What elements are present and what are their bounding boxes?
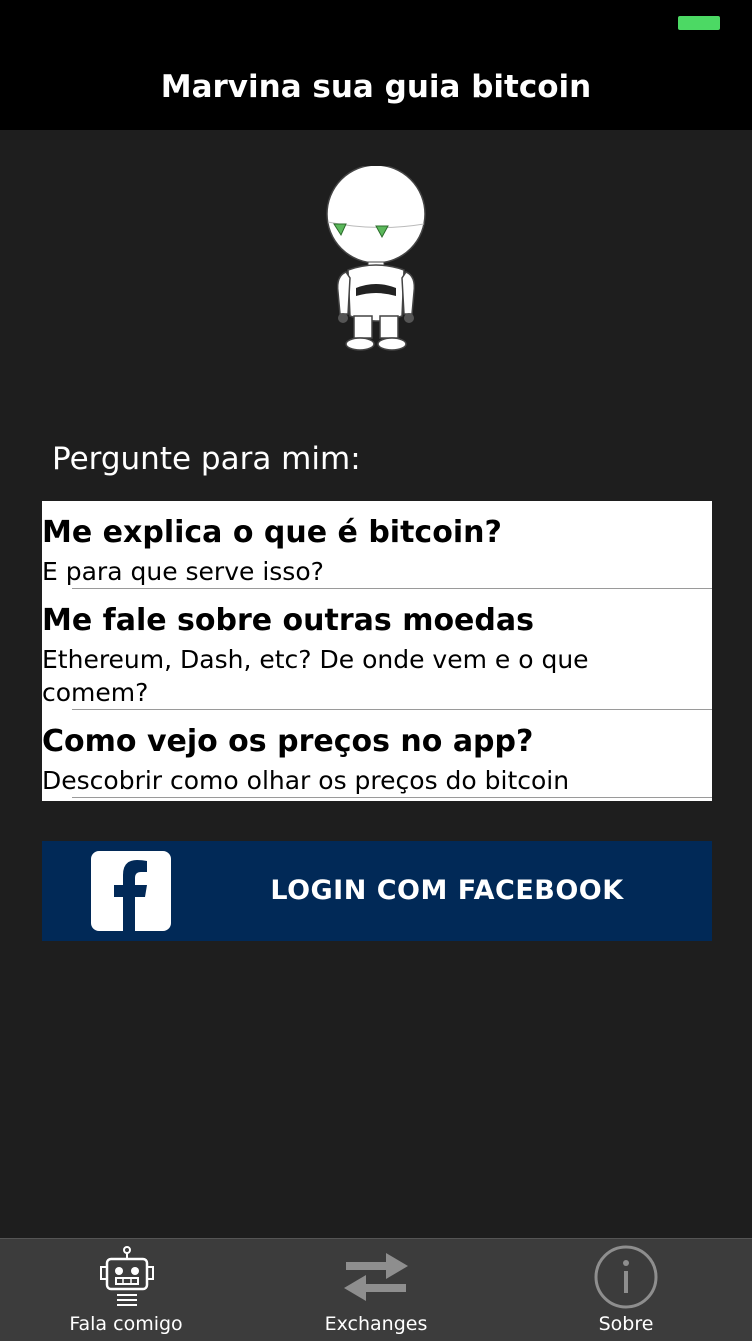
tab-sobre[interactable]: Sobre bbox=[550, 1239, 702, 1341]
question-item-bitcoin[interactable]: Me explica o que é bitcoin? E para que s… bbox=[42, 501, 712, 589]
question-subtitle: Ethereum, Dash, etc? De onde vem e o que… bbox=[42, 645, 589, 707]
tab-label: Exchanges bbox=[324, 1313, 428, 1335]
tab-bar: Fala comigo Exchanges Sobre bbox=[0, 1238, 752, 1341]
robot-mascot-image bbox=[326, 166, 426, 351]
page-title: Marvina sua guia bitcoin bbox=[160, 69, 592, 105]
question-subtitle: Descobrir como olhar os preços do bitcoi… bbox=[42, 766, 570, 795]
tab-label: Fala comigo bbox=[69, 1313, 183, 1335]
questions-list: Me explica o que é bitcoin? E para que s… bbox=[42, 501, 712, 801]
facebook-login-button[interactable]: LOGIN COM FACEBOOK bbox=[42, 841, 712, 941]
nav-bar: Marvina sua guia bitcoin bbox=[0, 0, 752, 130]
facebook-login-label: LOGIN COM FACEBOOK bbox=[270, 875, 624, 906]
tab-fala-comigo[interactable]: Fala comigo bbox=[50, 1239, 202, 1341]
info-icon bbox=[594, 1245, 658, 1309]
facebook-icon bbox=[91, 851, 171, 931]
prompt-label: Pergunte para mim: bbox=[52, 441, 361, 477]
question-item-prices[interactable]: Como vejo os preços no app? Descobrir co… bbox=[42, 710, 712, 798]
question-title: Me fale sobre outras moedas bbox=[42, 603, 534, 638]
tab-exchanges[interactable]: Exchanges bbox=[300, 1239, 452, 1341]
exchange-arrows-icon bbox=[344, 1253, 408, 1301]
question-title: Como vejo os preços no app? bbox=[42, 724, 534, 759]
question-title: Me explica o que é bitcoin? bbox=[42, 515, 502, 550]
question-item-other-coins[interactable]: Me fale sobre outras moedas Ethereum, Da… bbox=[42, 589, 712, 710]
battery-icon bbox=[678, 16, 720, 30]
question-subtitle: E para que serve isso? bbox=[42, 557, 324, 586]
robot-icon bbox=[100, 1246, 154, 1306]
tab-label: Sobre bbox=[598, 1313, 654, 1335]
separator bbox=[72, 797, 712, 798]
